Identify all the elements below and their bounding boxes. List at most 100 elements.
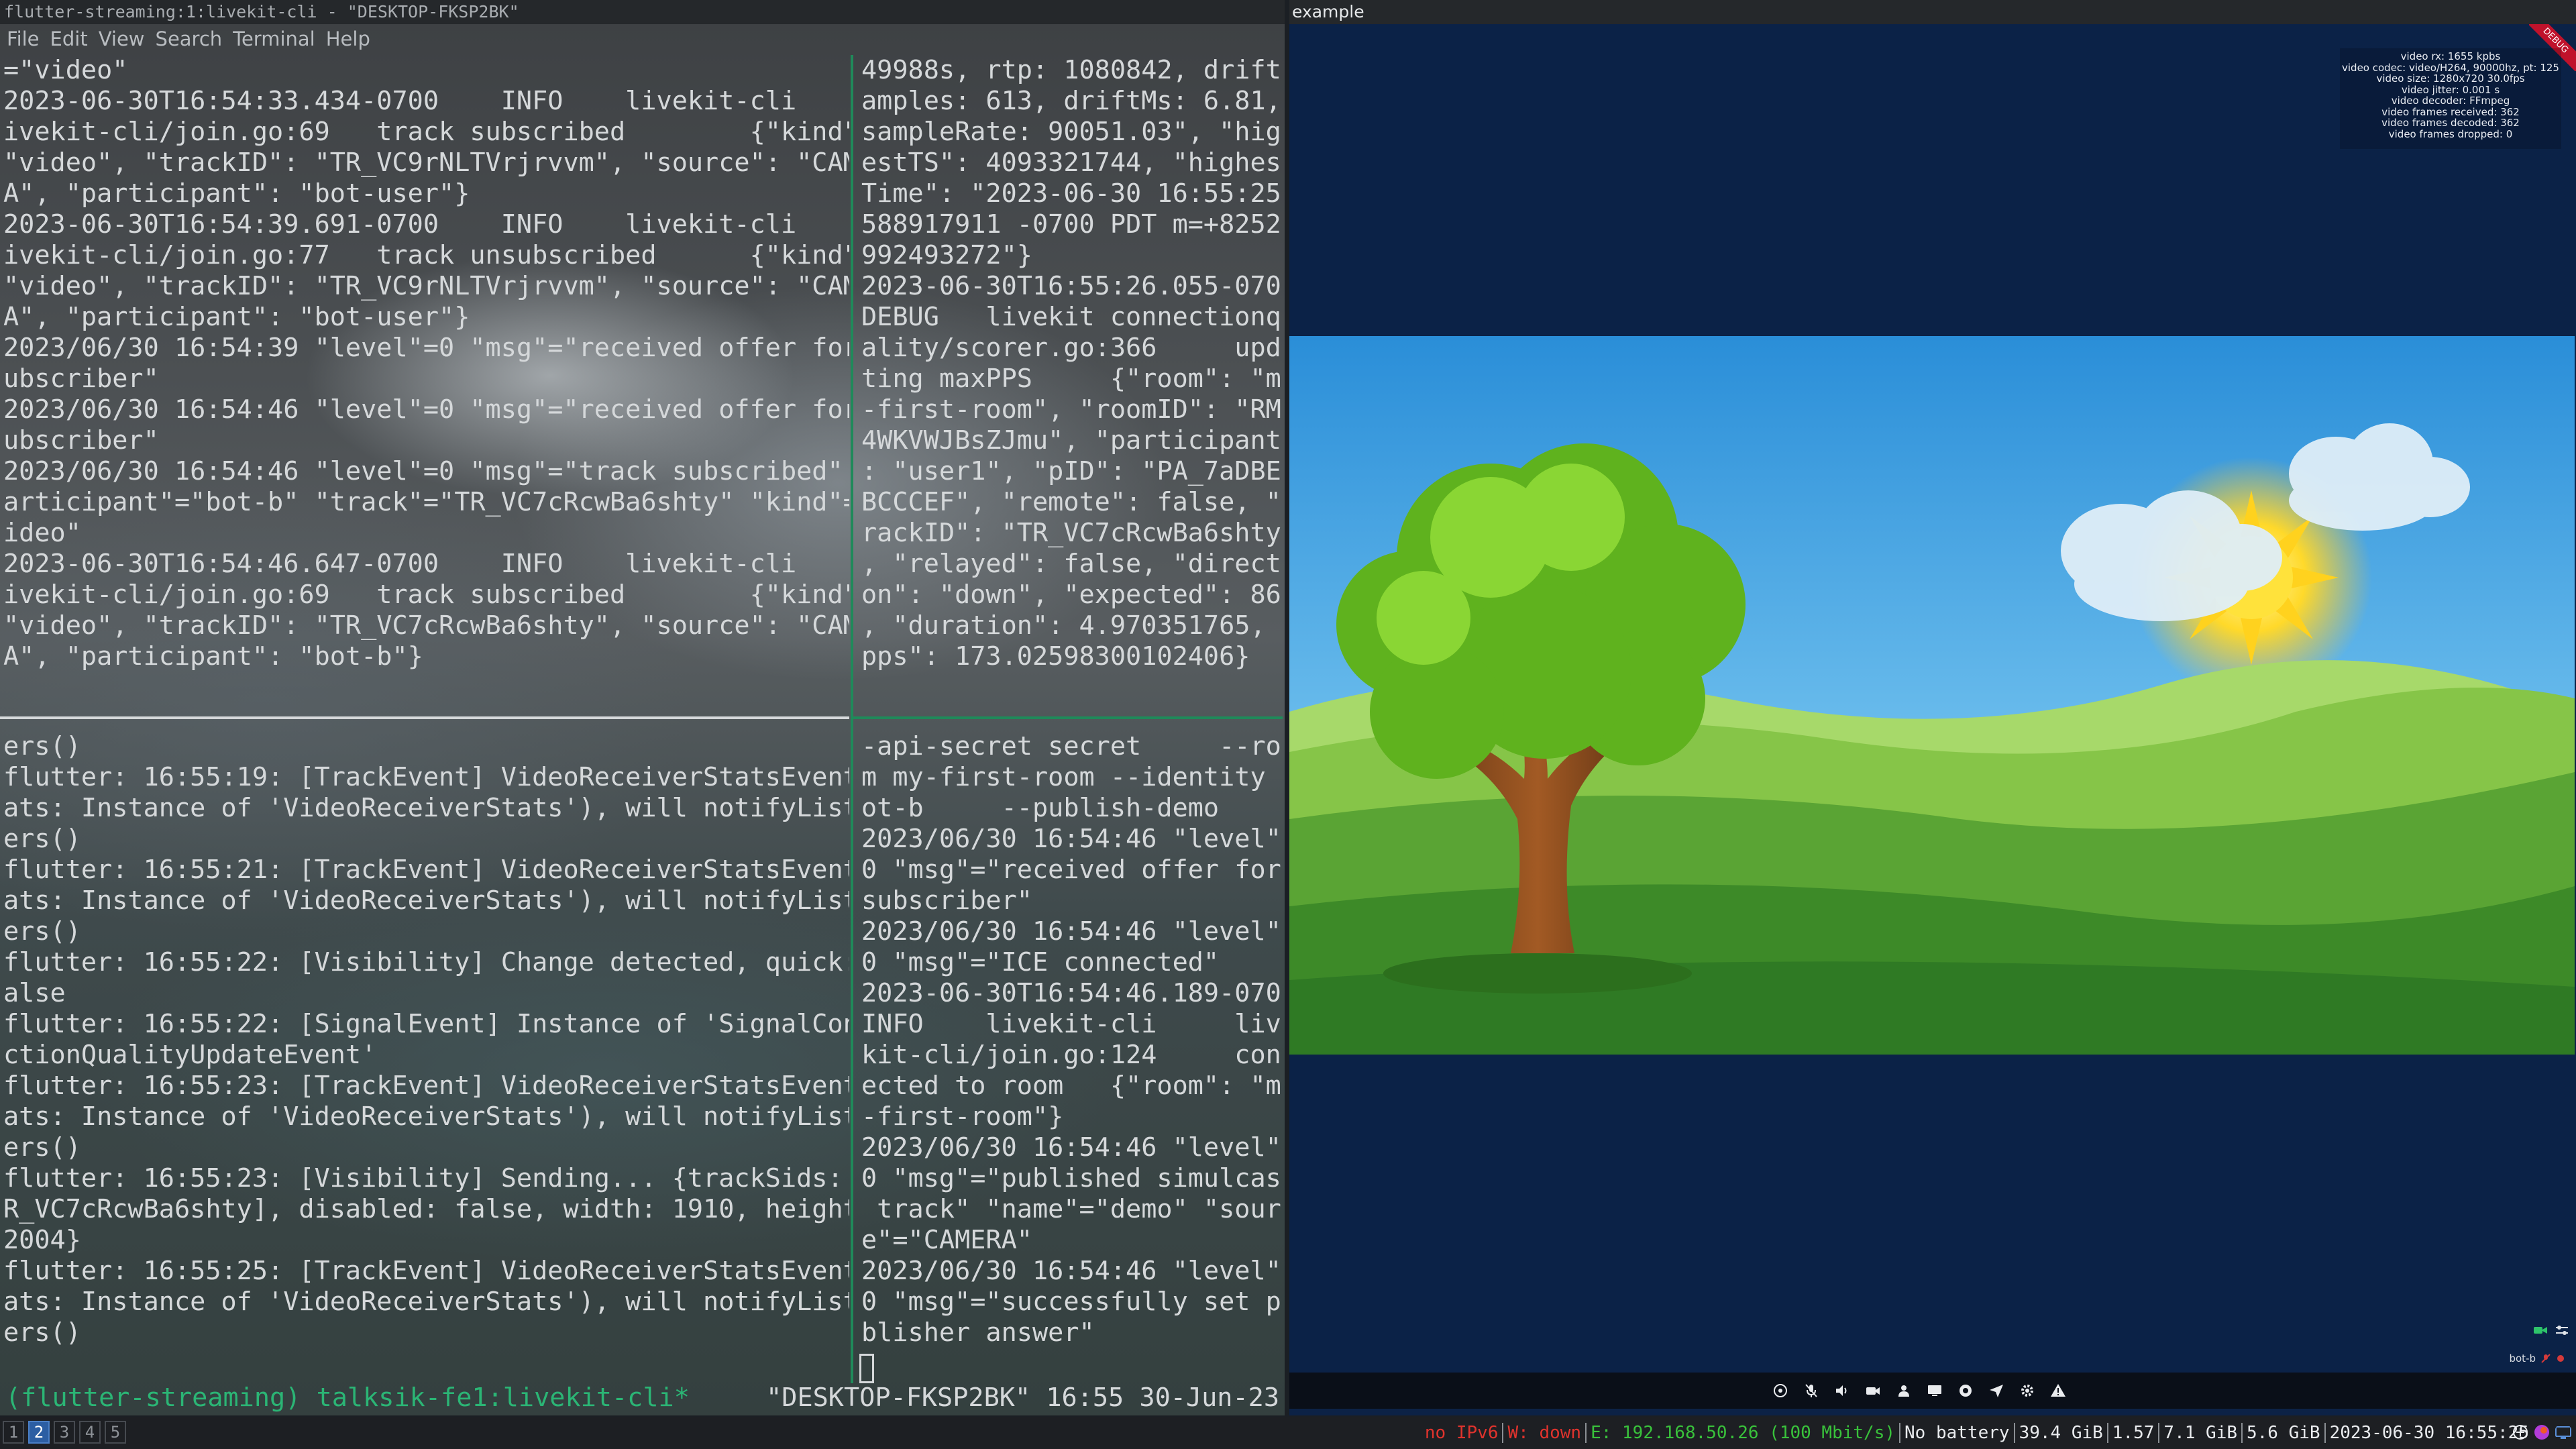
terminal-line: ideo": [3, 518, 81, 548]
terminal-line: alse: [3, 978, 66, 1008]
terminal-line: 49988s, rtp: 1080842, driftS: [861, 55, 1281, 85]
tmux-pane-bottom-left[interactable]: ers() flutter: 16:55:19: [TrackEvent] Vid…: [0, 731, 849, 1355]
terminal-line: ting maxPPS {"room": "my: [861, 364, 1281, 394]
record-icon[interactable]: [1957, 1382, 1974, 1399]
stat-line: video frames decoded: 362: [2381, 117, 2520, 129]
network-tray-icon[interactable]: [2512, 1424, 2529, 1441]
memory-free-status: 5.6 GiB: [2243, 1423, 2326, 1443]
stat-line: video codec: video/H264, 90000hz, pt: 12…: [2342, 61, 2559, 74]
pane-divider-vertical[interactable]: [851, 55, 853, 1383]
video-camera-icon[interactable]: [2533, 1324, 2548, 1336]
mic-off-icon[interactable]: [1803, 1382, 1820, 1399]
terminal-line: e"="CAMERA": [861, 1225, 1032, 1255]
terminal-title-bar: flutter-streaming:1:livekit-cli - "DESKT…: [0, 0, 1285, 24]
workspace-1[interactable]: 1: [3, 1421, 24, 1444]
ethernet-status: E: 192.168.50.26 (100 Mbit/s): [1587, 1423, 1901, 1443]
terminal-line: ats: Instance of 'VideoReceiverStats'), …: [3, 1102, 849, 1132]
terminal-line: ot-b --publish-demo: [861, 793, 1220, 823]
terminal-line: estTS": 4093321744, "highest: [861, 148, 1281, 178]
terminal-line: 0 "msg"="published simulcast: [861, 1163, 1281, 1193]
display-tray-icon[interactable]: [2555, 1424, 2572, 1441]
terminal-line: amples: 613, driftMs: 6.81,: [861, 86, 1281, 116]
mic-muted-icon: [2541, 1354, 2551, 1363]
terminal-line: ected to room {"room": "my: [861, 1071, 1281, 1101]
terminal-line: flutter: 16:55:19: [TrackEvent] VideoRec…: [3, 762, 849, 792]
terminal-line: ="video": [3, 55, 128, 85]
terminal-line: on": "down", "expected": 860: [861, 580, 1281, 610]
terminal-line: R_VC7cRcwBa6shty], disabled: false, widt…: [3, 1194, 849, 1224]
pane-divider-horizontal-left[interactable]: [0, 716, 849, 719]
menu-search[interactable]: Search: [149, 25, 227, 52]
workspace-3[interactable]: 3: [54, 1421, 75, 1444]
app-tray-icon[interactable]: [2533, 1424, 2551, 1441]
terminal-line: ers(): [3, 1132, 81, 1163]
terminal-menu-bar: File Edit View Search Terminal Help: [0, 25, 374, 52]
speaker-icon[interactable]: [1833, 1382, 1851, 1399]
pane-divider-horizontal-right[interactable]: [853, 716, 1283, 719]
camera-icon[interactable]: [1864, 1382, 1882, 1399]
clock: 2023-06-30 16:55:25: [2329, 1423, 2529, 1443]
terminal-window[interactable]: flutter-streaming:1:livekit-cli - "DESKT…: [0, 0, 1285, 1415]
workspace-4[interactable]: 4: [79, 1421, 101, 1444]
terminal-line: A", "participant": "bot-user"}: [3, 302, 470, 332]
terminal-line: m my-first-room --identity b: [861, 762, 1281, 792]
tmux-pane-top-left[interactable]: ="video" 2023-06-30T16:54:33.434-0700 INF…: [0, 55, 849, 712]
terminal-line: sampleRate: 90051.03", "high: [861, 117, 1281, 147]
stat-line: video frames dropped: 0: [2388, 127, 2513, 140]
terminal-line: : "user1", "pID": "PA_7aDBEQ: [861, 456, 1281, 486]
terminal-line: 588917911 -0700 PDT m=+8252.: [861, 209, 1281, 239]
tmux-pane-bottom-right[interactable]: -api-secret secret --roo m my-first-room …: [856, 731, 1281, 1355]
terminal-line: ats: Instance of 'VideoReceiverStats'), …: [3, 793, 849, 823]
terminal-line: 2023/06/30 16:54:46 "level"=0 "msg"="rec…: [3, 394, 849, 425]
warning-icon[interactable]: [2049, 1382, 2067, 1399]
participant-name: bot-b: [2509, 1352, 2536, 1364]
terminal-line: ats: Instance of 'VideoReceiverStats'), …: [3, 885, 849, 916]
person-icon[interactable]: [1895, 1382, 1913, 1399]
terminal-line: 0 "msg"="ICE connected": [861, 947, 1220, 977]
menu-terminal[interactable]: Terminal: [226, 25, 319, 52]
tmux-session-label[interactable]: (flutter-streaming) talksik-fe1:livekit-…: [5, 1383, 690, 1413]
terminal-line: flutter: 16:55:22: [Visibility] Change d…: [3, 947, 849, 977]
terminal-line: pps": 173.02598300102406}: [861, 641, 1250, 672]
terminal-line: "video", "trackID": "TR_VC9rNLTVrjrvvm",…: [3, 148, 849, 178]
terminal-line: flutter: 16:55:22: [SignalEvent] Instanc…: [3, 1009, 849, 1039]
workspace-2[interactable]: 2: [28, 1421, 50, 1444]
terminal-line: 4WKVWJBsZJmu", "participant": [861, 425, 1281, 455]
menu-view[interactable]: View: [92, 25, 149, 52]
example-app-window[interactable]: example DEBUG video rx: 1655 kpbs video …: [1289, 0, 2576, 1415]
wifi-status: W: down: [1503, 1423, 1587, 1443]
menu-file[interactable]: File: [0, 25, 44, 52]
track-icons: [2533, 1324, 2569, 1336]
terminal-line: -api-secret secret --roo: [861, 731, 1281, 761]
call-controls-bar: [1289, 1373, 2576, 1409]
terminal-line: 2023-06-30T16:54:39.691-0700 INFO liveki…: [3, 209, 849, 239]
workspace-5[interactable]: 5: [105, 1421, 126, 1444]
terminal-line: kit-cli/join.go:124 conn: [861, 1040, 1281, 1070]
memory-used-status: 7.1 GiB: [2159, 1423, 2243, 1443]
terminal-line: 2023-06-30T16:54:46.647-0700 INFO liveki…: [3, 549, 849, 579]
video-frame: [1289, 336, 2575, 1055]
terminal-line: ers(): [3, 731, 81, 761]
terminal-line: rackID": "TR_VC7cRcwBa6shty": [861, 518, 1281, 548]
menu-edit[interactable]: Edit: [44, 25, 92, 52]
terminal-line: DEBUG livekit connectionqu: [861, 302, 1281, 332]
stat-line: video size: 1280x720 30.0fps: [2376, 72, 2525, 85]
screen-share-icon[interactable]: [1926, 1382, 1943, 1399]
ipv6-status: no IPv6: [1421, 1423, 1504, 1443]
send-icon[interactable]: [1988, 1382, 2005, 1399]
terminal-line: ctionQualityUpdateEvent': [3, 1040, 377, 1070]
load-status: 1.57: [2108, 1423, 2160, 1443]
example-window-title: example: [1289, 0, 2576, 24]
tmux-status-bar: (flutter-streaming) talksik-fe1:livekit-…: [0, 1383, 1285, 1413]
terminal-line: ers(): [3, 916, 81, 947]
settings-sliders-icon[interactable]: [2555, 1324, 2569, 1336]
menu-help[interactable]: Help: [319, 25, 374, 52]
tmux-pane-top-right[interactable]: 49988s, rtp: 1080842, driftS amples: 613,…: [856, 55, 1281, 712]
circle-dot-icon[interactable]: [1772, 1382, 1789, 1399]
settings-icon[interactable]: [2019, 1382, 2036, 1399]
terminal-line: 0 "msg"="received offer for: [861, 855, 1281, 885]
workspace-switcher: 1 2 3 4 5: [3, 1421, 126, 1444]
terminal-line: flutter: 16:55:21: [TrackEvent] VideoRec…: [3, 855, 849, 885]
terminal-line: ubscriber": [3, 364, 159, 394]
terminal-line: flutter: 16:55:23: [Visibility] Sending.…: [3, 1163, 849, 1193]
